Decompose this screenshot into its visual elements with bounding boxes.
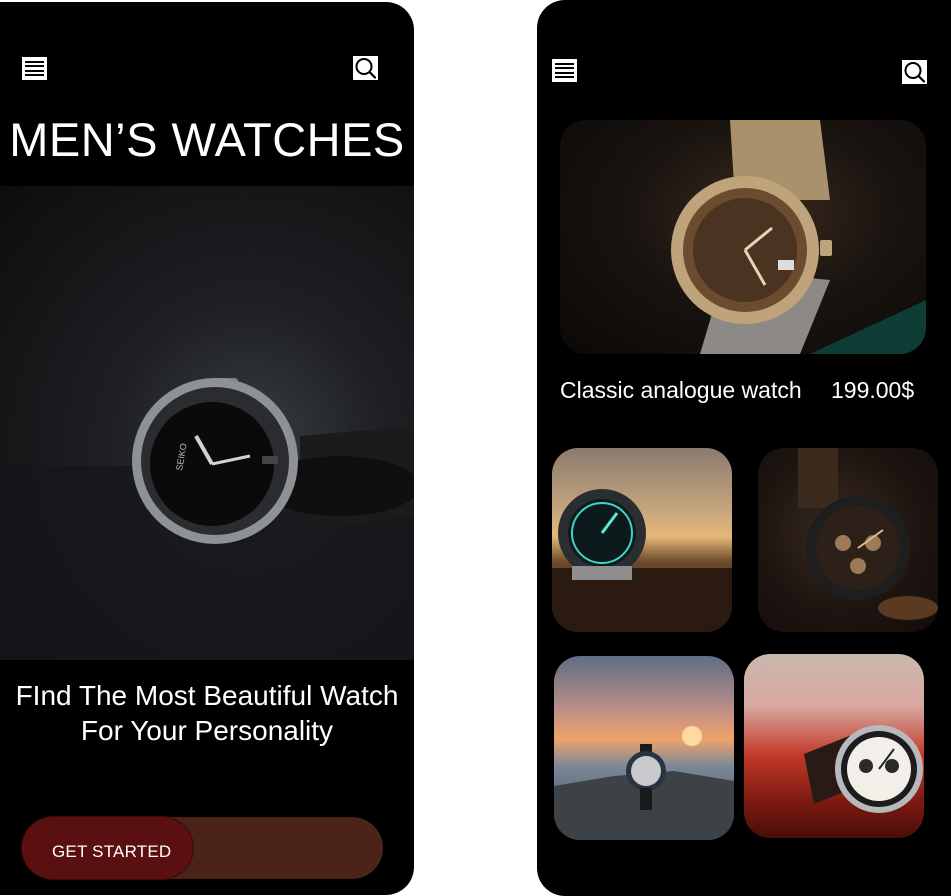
get-started-slider[interactable]: GET STARTED: [22, 817, 383, 879]
tagline-line-2: For Your Personality: [80, 715, 334, 746]
landing-screen: MEN’S WATCHES SEIKO FInd The Most Beauti…: [0, 2, 414, 895]
search-icon[interactable]: [353, 56, 378, 80]
get-started-label: GET STARTED: [52, 842, 172, 861]
product-thumbnail-dive-watch[interactable]: [552, 448, 732, 632]
featured-product-image[interactable]: [560, 120, 926, 354]
featured-product-name: Classic analogue watch: [560, 377, 802, 403]
catalog-screen: Classic analogue watch 199.00$: [537, 0, 951, 896]
hamburger-menu-icon[interactable]: [552, 59, 577, 82]
featured-product-price: 199.00$: [831, 377, 915, 403]
tagline-line-1: FInd The Most Beautiful Watch: [15, 680, 399, 711]
product-thumbnail-chronograph[interactable]: [758, 448, 938, 632]
hero-watch-image: SEIKO: [0, 186, 414, 660]
tagline: FInd The Most Beautiful Watch For Your P…: [0, 678, 414, 748]
product-thumbnail-sunset-watch[interactable]: [554, 656, 734, 840]
page-title: MEN’S WATCHES: [9, 113, 405, 166]
hamburger-menu-icon[interactable]: [22, 57, 47, 80]
product-thumbnail-racing-watch[interactable]: [744, 654, 924, 838]
search-icon[interactable]: [902, 60, 927, 84]
